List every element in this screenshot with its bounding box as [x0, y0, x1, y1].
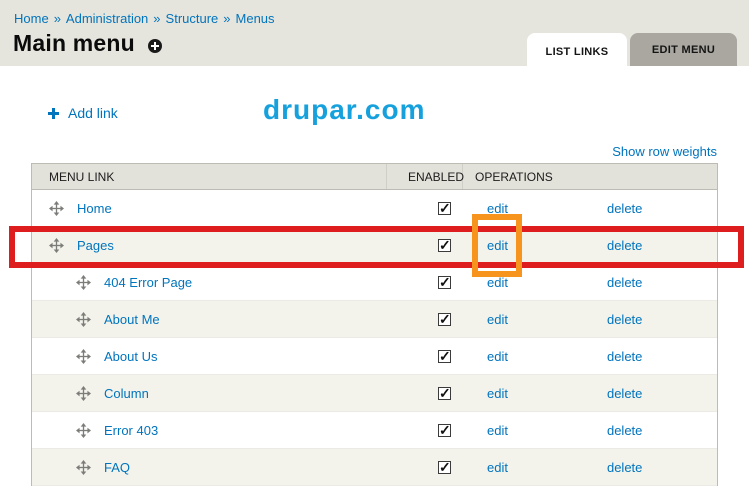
drag-handle-icon[interactable]: [76, 275, 91, 290]
menu-link-cell: Column: [32, 386, 388, 401]
enabled-cell: [388, 276, 464, 289]
column-header-menu-link: MENU LINK: [32, 164, 387, 189]
enabled-cell: [388, 313, 464, 326]
drag-handle-icon[interactable]: [76, 349, 91, 364]
breadcrumb-link-structure[interactable]: Structure: [166, 11, 219, 26]
menu-link[interactable]: About Us: [104, 349, 157, 364]
table-header-row: MENU LINK ENABLED OPERATIONS: [32, 164, 717, 190]
menu-link[interactable]: Column: [104, 386, 149, 401]
add-link-button[interactable]: Add link: [48, 105, 118, 121]
enabled-checkbox[interactable]: [438, 313, 451, 326]
breadcrumb-link-home[interactable]: Home: [14, 11, 49, 26]
table-row: Home edit delete: [32, 190, 717, 227]
column-header-enabled: ENABLED: [387, 164, 463, 189]
menu-link[interactable]: About Me: [104, 312, 160, 327]
operations-cell: edit delete: [464, 460, 717, 475]
delete-link[interactable]: delete: [607, 312, 642, 327]
enabled-checkbox[interactable]: [438, 202, 451, 215]
edit-link[interactable]: edit: [487, 460, 508, 475]
edit-link[interactable]: edit: [487, 386, 508, 401]
tab-bar: LIST LINKS EDIT MENU: [527, 33, 737, 71]
breadcrumb-separator: »: [153, 11, 160, 26]
breadcrumb-separator: »: [223, 11, 230, 26]
enabled-cell: [388, 387, 464, 400]
enabled-checkbox[interactable]: [438, 276, 451, 289]
table-row: Error 403 edit delete: [32, 412, 717, 449]
drag-handle-icon[interactable]: [76, 423, 91, 438]
row-highlight-annotation: [9, 226, 744, 268]
table-row: Column edit delete: [32, 375, 717, 412]
breadcrumb-separator: »: [54, 11, 61, 26]
enabled-cell: [388, 424, 464, 437]
menu-link[interactable]: FAQ: [104, 460, 130, 475]
drag-handle-icon[interactable]: [76, 460, 91, 475]
menu-link[interactable]: Error 403: [104, 423, 158, 438]
delete-link[interactable]: delete: [607, 275, 642, 290]
menu-link-cell: About Us: [32, 349, 388, 364]
delete-link[interactable]: delete: [607, 386, 642, 401]
edit-link[interactable]: edit: [487, 349, 508, 364]
delete-link[interactable]: delete: [607, 349, 642, 364]
breadcrumb-link-menus[interactable]: Menus: [236, 11, 275, 26]
enabled-cell: [388, 202, 464, 215]
page-title-wrap: Main menu: [13, 30, 162, 57]
drag-handle-icon[interactable]: [49, 201, 64, 216]
tab-edit-menu[interactable]: EDIT MENU: [630, 33, 737, 66]
edit-link[interactable]: edit: [487, 312, 508, 327]
enabled-cell: [388, 461, 464, 474]
enabled-cell: [388, 350, 464, 363]
table-row: 404 Error Page edit delete: [32, 264, 717, 301]
drag-handle-icon[interactable]: [76, 312, 91, 327]
page-title: Main menu: [13, 30, 135, 57]
enabled-checkbox[interactable]: [438, 387, 451, 400]
menu-link-cell: About Me: [32, 312, 388, 327]
menu-link-cell: Home: [32, 201, 388, 216]
menu-link[interactable]: 404 Error Page: [104, 275, 192, 290]
breadcrumb-link-administration[interactable]: Administration: [66, 11, 148, 26]
enabled-checkbox[interactable]: [438, 461, 451, 474]
watermark-text: drupar.com: [263, 94, 425, 126]
add-link-label: Add link: [68, 105, 118, 121]
operations-cell: edit delete: [464, 349, 717, 364]
operations-cell: edit delete: [464, 423, 717, 438]
tab-list-links[interactable]: LIST LINKS: [527, 33, 627, 71]
enabled-checkbox[interactable]: [438, 350, 451, 363]
table-row: FAQ edit delete: [32, 449, 717, 486]
delete-link[interactable]: delete: [607, 423, 642, 438]
add-circle-icon[interactable]: [148, 39, 162, 53]
breadcrumb: Home » Administration » Structure » Menus: [14, 11, 275, 26]
menu-links-table: MENU LINK ENABLED OPERATIONS Home: [31, 163, 718, 486]
operations-cell: edit delete: [464, 386, 717, 401]
show-row-weights-link[interactable]: Show row weights: [612, 144, 717, 159]
column-header-operations: OPERATIONS: [463, 164, 717, 189]
edit-highlight-annotation: [472, 214, 522, 277]
drag-handle-icon[interactable]: [76, 386, 91, 401]
menu-link-cell: 404 Error Page: [32, 275, 388, 290]
delete-link[interactable]: delete: [607, 460, 642, 475]
menu-link[interactable]: Home: [77, 201, 112, 216]
table-row: About Us edit delete: [32, 338, 717, 375]
operations-cell: edit delete: [464, 312, 717, 327]
plus-icon: [48, 108, 59, 119]
edit-link[interactable]: edit: [487, 423, 508, 438]
enabled-checkbox[interactable]: [438, 424, 451, 437]
menu-link-cell: Error 403: [32, 423, 388, 438]
delete-link[interactable]: delete: [607, 201, 642, 216]
menu-link-cell: FAQ: [32, 460, 388, 475]
table-row: About Me edit delete: [32, 301, 717, 338]
